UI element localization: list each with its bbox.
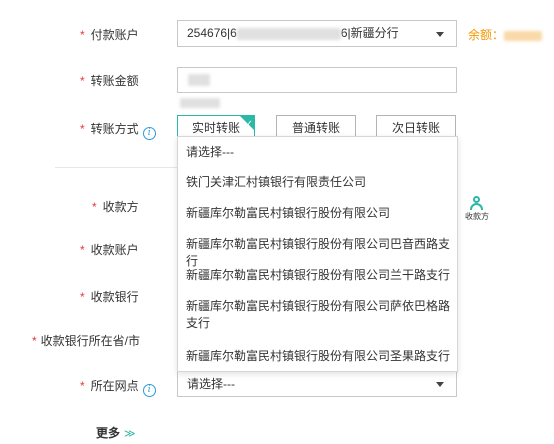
payer-account-value-suffix: 6|新疆分行 xyxy=(340,26,399,40)
branch-select-value: 请选择--- xyxy=(187,377,235,391)
branch-label-text: 所在网点 xyxy=(90,379,139,393)
required-mark: * xyxy=(80,122,85,136)
info-icon[interactable]: i xyxy=(142,384,156,397)
chevron-down-icon xyxy=(436,382,444,387)
payee-bank-label: * 收款银行 xyxy=(80,288,139,305)
payee-icon-label: 收款方 xyxy=(465,212,489,221)
balance-label: 余额： xyxy=(468,28,505,42)
payer-account-label: * 付款账户 xyxy=(80,26,139,43)
required-mark: * xyxy=(80,28,85,42)
payer-account-select[interactable]: 254676|6 6|新疆分行 xyxy=(177,20,457,47)
more-toggle[interactable]: 更多 ≫ xyxy=(96,424,136,441)
payee-label-text: 收款方 xyxy=(102,200,139,214)
payee-bank-region-label-text: 收款银行所在省/市 xyxy=(40,334,141,348)
required-mark: * xyxy=(80,243,85,257)
payee-account-label-text: 收款账户 xyxy=(90,243,139,257)
required-mark: * xyxy=(80,74,85,88)
check-icon: ✓ xyxy=(244,119,253,130)
amount-label-text: 转账金额 xyxy=(90,74,139,88)
next-day-transfer-label: 次日转账 xyxy=(391,121,440,135)
dropdown-option[interactable]: 新疆库尔勒富民村镇银行股份有限公司萨依巴格路支行 xyxy=(186,298,451,332)
dropdown-option[interactable]: 新疆库尔勒富民村镇银行股份有限公司巴音西路支行 xyxy=(186,236,451,270)
required-mark: * xyxy=(80,379,85,393)
transfer-method-label: * 转账方式 i xyxy=(80,120,156,140)
required-mark: * xyxy=(80,290,85,304)
balance-display: 余额： xyxy=(468,26,543,43)
dropdown-option[interactable]: 请选择--- xyxy=(186,144,451,161)
branch-select[interactable]: 请选择--- xyxy=(177,371,457,397)
payee-book-button[interactable]: 收款方 xyxy=(464,196,490,222)
payee-bank-region-label: * 收款银行所在省/市 xyxy=(32,332,140,349)
transfer-method-label-text: 转账方式 xyxy=(90,122,139,136)
required-mark: * xyxy=(92,200,97,214)
payee-bank-label-text: 收款银行 xyxy=(90,290,139,304)
branch-label: * 所在网点 i xyxy=(80,377,156,397)
masked-account-number xyxy=(236,27,341,40)
payee-label: * 收款方 xyxy=(92,198,139,215)
dropdown-option[interactable]: 新疆库尔勒富民村镇银行股份有限公司 xyxy=(186,205,451,222)
payer-account-label-text: 付款账户 xyxy=(90,28,139,42)
chevron-down-icon xyxy=(436,32,444,37)
realtime-transfer-label: 实时转账 xyxy=(191,121,240,135)
bank-dropdown-list[interactable]: 请选择--- 铁门关津汇村镇银行有限责任公司 新疆库尔勒富民村镇银行股份有限公司… xyxy=(177,136,458,372)
masked-balance-amount xyxy=(504,30,543,41)
required-mark: * xyxy=(32,334,37,348)
info-icon[interactable]: i xyxy=(142,127,156,140)
dropdown-option[interactable]: 铁门关津汇村镇银行有限责任公司 xyxy=(186,174,451,191)
person-icon xyxy=(469,196,485,210)
masked-amount xyxy=(188,74,210,86)
payer-account-value: 254676|6 6|新疆分行 xyxy=(187,21,399,46)
dropdown-option[interactable]: 新疆库尔勒富民村镇银行股份有限公司兰干路支行 xyxy=(186,267,451,284)
amount-input[interactable] xyxy=(177,67,457,93)
more-label: 更多 xyxy=(96,426,121,440)
payee-account-label: * 收款账户 xyxy=(80,241,139,258)
double-chevron-down-icon: ≫ xyxy=(124,428,136,440)
payer-account-value-prefix: 254676|6 xyxy=(187,26,237,40)
masked-amount-words xyxy=(180,98,220,108)
dropdown-option[interactable]: 新疆库尔勒富民村镇银行股份有限公司圣果路支行 xyxy=(186,348,451,365)
amount-label: * 转账金额 xyxy=(80,72,139,89)
normal-transfer-label: 普通转账 xyxy=(291,121,340,135)
